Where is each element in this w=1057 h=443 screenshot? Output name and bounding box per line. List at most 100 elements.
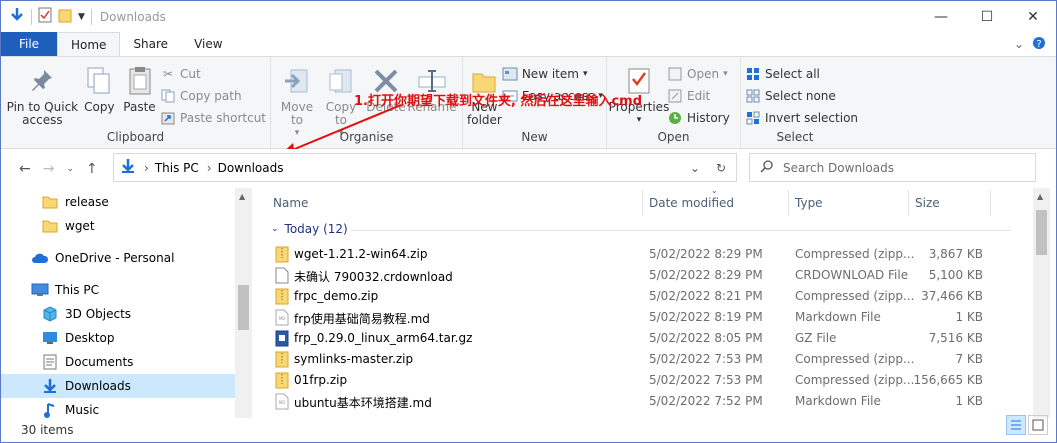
select-none-button[interactable]: Select none	[745, 87, 858, 105]
search-box[interactable]: Search Downloads	[749, 153, 1036, 182]
cube-icon	[41, 306, 59, 322]
table-row[interactable]: MD ubuntu基本环境搭建.md 5/02/2022 7:52 PM Markdo…	[253, 391, 993, 412]
tab-view[interactable]: View	[181, 32, 235, 56]
close-button[interactable]: ✕	[1010, 1, 1056, 32]
column-header-name[interactable]: Name	[267, 190, 643, 216]
window-title: Downloads	[99, 9, 166, 24]
nav-item-onedrive[interactable]: OneDrive - Personal	[1, 246, 235, 270]
table-row[interactable]: wget-1.21.2-win64.zip 5/02/2022 8:29 PM Co…	[253, 244, 993, 265]
file-icon	[275, 267, 289, 284]
file-scroll-thumb[interactable]	[1036, 210, 1047, 255]
column-header-size[interactable]: Size	[909, 190, 991, 216]
invert-selection-button[interactable]: Invert selection	[745, 109, 858, 127]
history-icon	[667, 110, 683, 126]
copy-path-button[interactable]: Copy path	[160, 87, 266, 105]
new-item-button[interactable]: New item ▾	[502, 65, 603, 83]
table-row[interactable]: symlinks-master.zip 5/02/2022 7:53 PM Comp…	[253, 349, 993, 370]
details-view-icon	[1011, 420, 1021, 430]
nav-item-desktop[interactable]: Desktop	[1, 326, 235, 350]
zip-icon	[275, 288, 289, 305]
downloads-location-icon	[120, 158, 136, 177]
minimize-button[interactable]: —	[918, 1, 964, 32]
open-chevron-icon: ▾	[723, 69, 728, 79]
nav-item-downloads[interactable]: Downloads	[1, 374, 235, 398]
file-size: 5,100 KB	[928, 268, 983, 282]
maximize-button[interactable]: ☐	[964, 1, 1010, 32]
collapse-chevron-icon[interactable]: ⌄	[271, 224, 279, 234]
nav-item-this-pc[interactable]: This PC	[1, 278, 235, 302]
address-history-chevron-icon[interactable]: ⌄	[690, 161, 700, 175]
tab-file[interactable]: File	[1, 32, 57, 56]
table-row[interactable]: MD frp使用基础简易教程.md 5/02/2022 8:19 PM Markdow…	[253, 307, 993, 328]
address-field[interactable]: › This PC › Downloads ⌄ ↻	[113, 153, 737, 182]
svg-text:MD: MD	[279, 400, 286, 405]
large-icons-view-button[interactable]	[1028, 415, 1048, 435]
file-name: frp使用基础简易教程.md	[294, 312, 430, 326]
nav-item-3d-objects[interactable]: 3D Objects	[1, 302, 235, 326]
scroll-up-icon[interactable]: ▲	[239, 192, 245, 201]
status-bar: 30 items	[1, 418, 1056, 442]
clipboard-group-label: Clipboard	[106, 130, 165, 144]
help-icon[interactable]: ?	[1032, 36, 1046, 53]
tab-home[interactable]: Home	[57, 32, 121, 56]
breadcrumb-this-pc[interactable]: This PC	[155, 161, 199, 175]
open-button[interactable]: Open ▾	[667, 65, 730, 83]
back-arrow-icon[interactable]: ←	[19, 161, 31, 177]
select-all-button[interactable]: Select all	[745, 65, 858, 83]
breadcrumb-downloads[interactable]: Downloads	[218, 161, 284, 175]
file-date: 5/02/2022 7:53 PM	[649, 352, 763, 366]
search-input[interactable]: Search Downloads	[783, 161, 894, 175]
zip-icon	[275, 246, 289, 263]
nav-item-release[interactable]: release	[1, 190, 235, 214]
edit-button[interactable]: Edit	[667, 87, 730, 105]
file-type: Compressed (zipp...	[795, 352, 915, 366]
file-list-scrollbar[interactable]: ▲	[1033, 188, 1050, 418]
details-view-button[interactable]	[1006, 415, 1026, 435]
table-row[interactable]: frpc_demo.zip 5/02/2022 8:21 PM Compressed…	[253, 286, 993, 307]
column-header-type[interactable]: Type	[789, 190, 909, 216]
nav-item-documents[interactable]: Documents	[1, 350, 235, 374]
table-row[interactable]: 01frp.zip 5/02/2022 7:53 PM Compressed (zi…	[253, 370, 993, 391]
download-arrow-icon	[41, 378, 59, 394]
file-list: Name Date modified ⌄ Type Size ⌄ Today (…	[253, 186, 1033, 418]
new-group-label: New	[521, 130, 548, 144]
nav-scroll-thumb[interactable]	[238, 285, 249, 330]
properties-qat-icon[interactable]	[38, 7, 52, 26]
history-button[interactable]: History	[667, 109, 730, 127]
file-date: 5/02/2022 8:29 PM	[649, 247, 763, 261]
table-row[interactable]: frp_0.29.0_linux_arm64.tar.gz 5/02/2022 8…	[253, 328, 993, 349]
file-size: 7 KB	[955, 352, 983, 366]
copy-to-icon	[325, 65, 357, 97]
customize-qat-icon[interactable]: ▼	[78, 12, 85, 22]
nav-scrollbar[interactable]: ▲	[235, 188, 252, 418]
navigation-pane: release wget OneDrive - Personal This PC…	[1, 188, 252, 418]
breadcrumb-separator-icon[interactable]: ›	[144, 161, 149, 175]
scroll-up-icon[interactable]: ▲	[1037, 192, 1043, 201]
file-type: Compressed (zipp...	[795, 289, 915, 303]
refresh-icon[interactable]: ↻	[716, 161, 726, 175]
column-header-date[interactable]: Date modified ⌄	[643, 186, 789, 216]
paste-shortcut-icon	[160, 110, 176, 126]
paste-shortcut-button[interactable]: Paste shortcut	[160, 109, 266, 127]
copy-path-icon	[160, 88, 176, 104]
file-size: 3,867 KB	[928, 247, 983, 261]
cut-button[interactable]: ✂ Cut	[160, 65, 266, 83]
recent-chevron-icon[interactable]: ⌄	[66, 164, 74, 174]
group-header-today[interactable]: ⌄ Today (12)	[271, 222, 1011, 236]
table-row[interactable]: 未确认 790032.crdownload 5/02/2022 8:29 PM CR…	[253, 265, 993, 286]
file-type: Compressed (zipp...	[795, 373, 915, 387]
quick-access-toolbar: ▼	[1, 7, 92, 26]
nav-item-wget[interactable]: wget	[1, 214, 235, 238]
svg-text:?: ?	[1036, 39, 1041, 50]
chevron-down-icon[interactable]: ⌄	[1014, 37, 1024, 51]
view-toggle	[1006, 415, 1048, 435]
forward-arrow-icon[interactable]: →	[43, 161, 55, 177]
tab-share[interactable]: Share	[120, 32, 181, 56]
file-date: 5/02/2022 8:29 PM	[649, 268, 763, 282]
breadcrumb-separator-icon[interactable]: ›	[207, 161, 212, 175]
up-arrow-icon[interactable]: ↑	[86, 161, 98, 177]
new-folder-qat-icon[interactable]	[58, 7, 72, 26]
copy-icon	[83, 65, 115, 97]
file-type: Markdown File	[795, 310, 881, 324]
properties-chevron-icon: ▾	[636, 115, 642, 125]
